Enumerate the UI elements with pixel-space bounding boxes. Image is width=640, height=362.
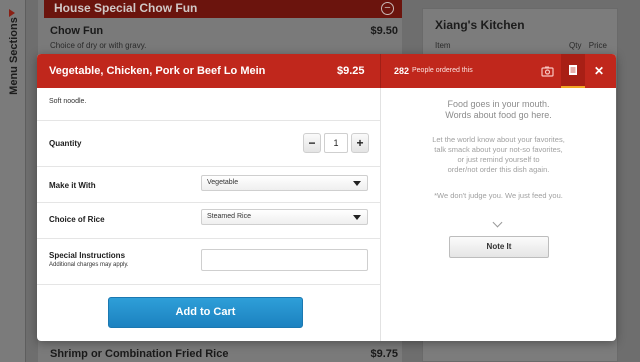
menu-item-description: Choice of dry or with gravy. bbox=[50, 41, 147, 50]
cart-row: Add to Cart bbox=[37, 284, 380, 341]
make-it-with-select[interactable]: Vegetable bbox=[201, 175, 368, 191]
photo-tab[interactable] bbox=[535, 54, 559, 88]
camera-icon bbox=[541, 66, 554, 77]
collapse-icon[interactable]: − bbox=[381, 2, 394, 15]
special-instructions-row: Special Instructions Additional charges … bbox=[37, 238, 380, 284]
notes-panel: Food goes in your mouth. Words about foo… bbox=[381, 88, 616, 341]
quantity-stepper: − 1 + bbox=[303, 133, 369, 153]
section-title: House Special Chow Fun bbox=[54, 1, 198, 15]
special-instructions-label: Special Instructions bbox=[49, 251, 126, 260]
modal-header: Vegetable, Chicken, Pork or Beef Lo Mein… bbox=[37, 54, 616, 88]
choice-of-rice-select[interactable]: Steamed Rice bbox=[201, 209, 368, 225]
menu-sections-label: Menu Sections bbox=[8, 17, 20, 95]
order-count-label: People ordered this bbox=[412, 67, 473, 74]
item-options: Soft noodle. Quantity − 1 + Make it With… bbox=[37, 88, 380, 341]
close-icon[interactable]: ✕ bbox=[591, 63, 607, 79]
menu-item-price: $9.75 bbox=[370, 348, 398, 360]
menu-item-price: $9.50 bbox=[370, 25, 398, 37]
section-header[interactable]: House Special Chow Fun − bbox=[44, 0, 402, 18]
quantity-label: Quantity bbox=[49, 139, 82, 148]
choice-of-rice-value: Steamed Rice bbox=[207, 213, 251, 220]
add-to-cart-button[interactable]: Add to Cart bbox=[108, 297, 303, 328]
notes-body-line: or just remind yourself to bbox=[457, 155, 540, 164]
order-count: 282 bbox=[394, 66, 410, 76]
make-it-with-label: Make it With bbox=[49, 181, 96, 190]
menu-item[interactable]: Shrimp or Combination Fried Rice $9.75 bbox=[50, 348, 398, 360]
header-divider bbox=[380, 54, 381, 88]
make-it-with-row: Make it With Vegetable bbox=[37, 166, 380, 202]
col-item: Item bbox=[435, 41, 451, 50]
notes-heading-line: Words about food go here. bbox=[445, 110, 552, 120]
notes-tab[interactable] bbox=[561, 54, 585, 88]
note-icon bbox=[569, 65, 577, 75]
chevron-down-icon bbox=[492, 217, 503, 228]
order-columns: Item Qty Price bbox=[435, 41, 609, 50]
notes-body: Let the world know about your favorites,… bbox=[381, 135, 616, 175]
menu-item-name: Shrimp or Combination Fried Rice bbox=[50, 348, 229, 360]
dropdown-arrow-icon bbox=[353, 215, 361, 220]
quantity-row: Quantity − 1 + bbox=[37, 120, 380, 166]
notes-body-line: talk smack about your not-so favorites, bbox=[434, 145, 563, 154]
col-price: Price bbox=[588, 41, 607, 50]
dropdown-arrow-icon bbox=[353, 181, 361, 186]
special-instructions-input[interactable] bbox=[201, 249, 368, 271]
notes-body-line: order/not order this dish again. bbox=[447, 165, 550, 174]
make-it-with-value: Vegetable bbox=[207, 179, 239, 186]
notes-body-line: Let the world know about your favorites, bbox=[432, 135, 565, 144]
col-qty: Qty bbox=[569, 41, 582, 50]
item-modal: Vegetable, Chicken, Pork or Beef Lo Mein… bbox=[37, 54, 616, 341]
item-name: Vegetable, Chicken, Pork or Beef Lo Mein bbox=[49, 65, 266, 77]
notes-tagline: *We don't judge you. We just feed you. bbox=[434, 191, 563, 200]
menu-item[interactable]: Chow Fun $9.50 Choice of dry or with gra… bbox=[50, 25, 398, 50]
item-description: Soft noodle. bbox=[49, 98, 87, 105]
menu-sections-sidebar[interactable]: Menu Sections bbox=[0, 0, 26, 362]
note-it-button[interactable]: Note It bbox=[449, 236, 549, 258]
decrease-button[interactable]: − bbox=[303, 133, 321, 153]
restaurant-name: Xiang's Kitchen bbox=[435, 18, 525, 32]
choice-of-rice-row: Choice of Rice Steamed Rice bbox=[37, 202, 380, 238]
quantity-input[interactable]: 1 bbox=[324, 133, 348, 153]
notes-heading: Food goes in your mouth. Words about foo… bbox=[381, 99, 616, 121]
notes-heading-line: Food goes in your mouth. bbox=[447, 99, 550, 109]
increase-button[interactable]: + bbox=[351, 133, 369, 153]
choice-of-rice-label: Choice of Rice bbox=[49, 215, 105, 224]
item-price: $9.25 bbox=[337, 65, 365, 77]
special-instructions-note: Additional charges may apply. bbox=[49, 262, 129, 268]
menu-item-name: Chow Fun bbox=[50, 25, 104, 37]
